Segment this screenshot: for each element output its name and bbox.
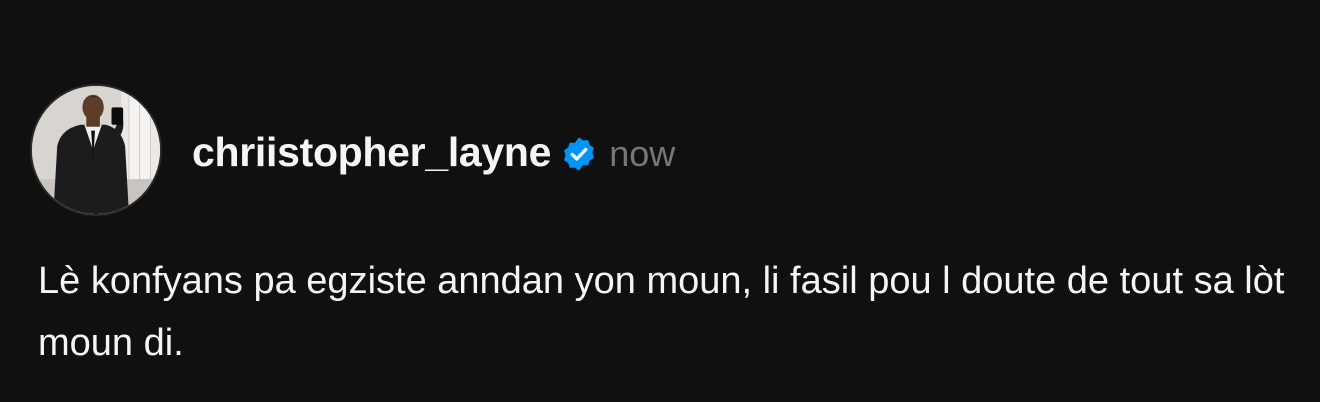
post-header: chriistopher_layne now	[192, 126, 675, 178]
post-timestamp: now	[609, 132, 676, 174]
verified-badge-icon	[561, 136, 597, 172]
username-link[interactable]: chriistopher_layne	[192, 129, 551, 176]
thread-post: chriistopher_layne now Lè konfyans pa eg…	[0, 0, 1320, 402]
profile-photo-icon	[32, 86, 160, 214]
avatar[interactable]	[30, 84, 162, 216]
post-text: Lè konfyans pa egziste anndan yon moun, …	[38, 260, 1285, 364]
